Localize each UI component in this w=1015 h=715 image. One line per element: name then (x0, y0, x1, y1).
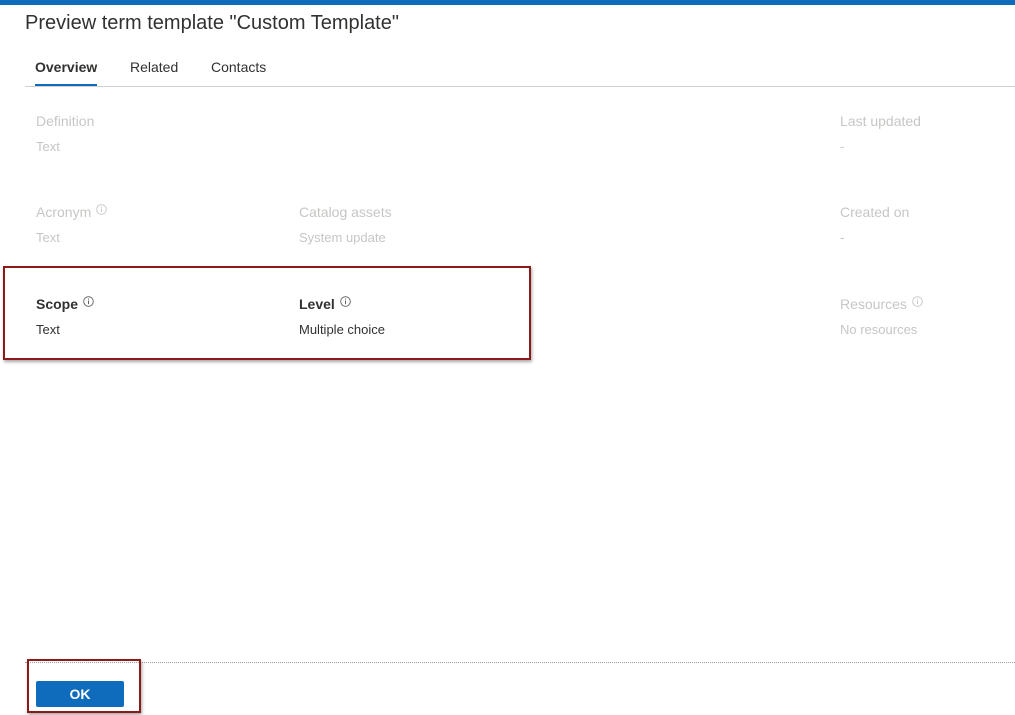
info-icon[interactable] (96, 203, 107, 215)
info-icon[interactable] (340, 295, 351, 307)
last-updated-value: - (840, 139, 845, 154)
info-icon[interactable] (83, 295, 94, 307)
field-last-updated: Last updated - (840, 111, 921, 156)
definition-value: Text (36, 139, 60, 154)
field-scope: Scope Text (36, 294, 94, 339)
definition-label: Definition (36, 113, 95, 129)
field-catalog-assets: Catalog assets System update (299, 202, 392, 247)
scope-value: Text (36, 322, 60, 337)
field-label: Scope (36, 294, 94, 314)
info-icon[interactable] (912, 295, 923, 307)
field-created-on: Created on - (840, 202, 909, 247)
tab-related[interactable]: Related (130, 55, 178, 87)
tab-overview[interactable]: Overview (35, 55, 98, 87)
resources-value: No resources (840, 322, 918, 337)
last-updated-label: Last updated (840, 113, 921, 129)
field-label: Catalog assets (299, 202, 392, 222)
level-label: Level (299, 296, 335, 312)
field-label: Level (299, 294, 385, 314)
tab-contacts[interactable]: Contacts (211, 55, 266, 87)
field-label: Acronym (36, 202, 107, 222)
created-on-value: - (840, 230, 845, 245)
field-definition: Definition Text (36, 111, 94, 156)
scope-label: Scope (36, 296, 79, 312)
top-accent-bar (0, 0, 1015, 5)
level-value: Multiple choice (299, 322, 385, 337)
ok-button[interactable]: OK (36, 681, 124, 707)
catalog-assets-value: System update (299, 230, 386, 245)
field-label: Definition (36, 111, 94, 131)
tab-divider (25, 86, 1015, 87)
catalog-assets-label: Catalog assets (299, 204, 392, 220)
footer-divider (25, 662, 1015, 663)
field-acronym: Acronym Text (36, 202, 107, 247)
field-label: Created on (840, 202, 909, 222)
acronym-value: Text (36, 230, 60, 245)
field-level: Level Multiple choice (299, 294, 385, 339)
tab-list: Overview Related Contacts (25, 55, 1015, 87)
field-label: Resources (840, 294, 923, 314)
acronym-label: Acronym (36, 204, 92, 220)
created-on-label: Created on (840, 204, 910, 220)
field-label: Last updated (840, 111, 921, 131)
resources-label: Resources (840, 296, 907, 312)
dialog-title: Preview term template "Custom Template" (25, 12, 399, 34)
field-resources: Resources No resources (840, 294, 923, 339)
